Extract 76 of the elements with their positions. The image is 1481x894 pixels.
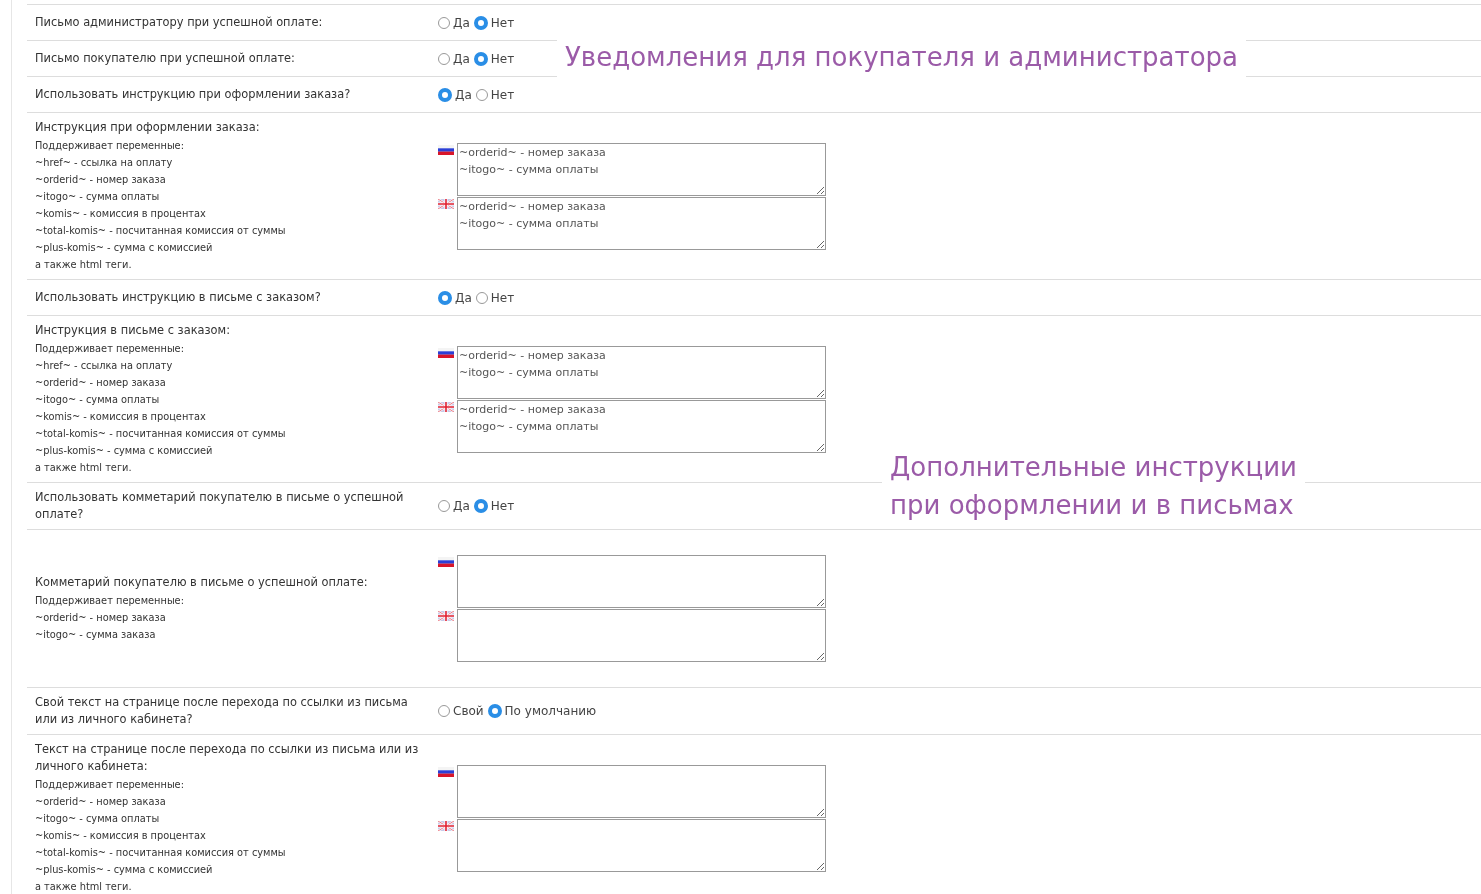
setting-label: Использовать инструкцию в письме с заказом? [35, 289, 322, 306]
radio-button[interactable] [438, 87, 452, 102]
radio-button[interactable] [438, 705, 450, 717]
radio-button[interactable] [475, 88, 488, 101]
field-label: Инструкция при оформлении заказа: [35, 119, 261, 136]
flag-icon [438, 401, 454, 412]
radio-button[interactable] [473, 499, 488, 513]
radio-button[interactable] [438, 290, 452, 305]
variable-hint: Поддерживает переменные: [35, 778, 185, 792]
radio-button[interactable] [475, 291, 488, 304]
variable-hint: Поддерживает переменные: [35, 342, 185, 356]
variable-hint: Поддерживает переменные: [35, 139, 185, 153]
flag-icon [438, 611, 454, 621]
text-area-field[interactable] [457, 555, 826, 608]
variable-hint: ~plus-komis~ - сумма с комиссией [35, 863, 214, 877]
variable-hint: ~href~ - ссылка на оплату [35, 156, 174, 170]
variable-hint: ~itogo~ - сумма заказа [35, 628, 157, 642]
variable-hint: ~orderid~ - номер заказа [35, 611, 167, 625]
setting-label: Использовать инструкцию при оформлении заказа? [35, 86, 352, 103]
radio-button[interactable] [438, 500, 450, 512]
variable-hint: ~komis~ - комиссия в процентах [35, 410, 207, 424]
text-area-field[interactable] [457, 609, 826, 662]
variable-hint: ~href~ - ссылка на оплату [35, 359, 174, 373]
flag-icon [438, 766, 454, 777]
flag-icon [438, 347, 454, 358]
radio-button[interactable] [438, 52, 450, 65]
flag-icon [438, 557, 454, 567]
text-area-field[interactable] [457, 764, 826, 818]
option-label[interactable]: Да [455, 290, 472, 305]
variable-hint: ~komis~ - комиссия в процентах [35, 207, 207, 221]
option-label[interactable]: Нет [490, 87, 515, 102]
variable-hint: ~orderid~ - номер заказа [35, 376, 167, 390]
text-area-field[interactable] [457, 818, 826, 872]
option-label[interactable]: Да [455, 87, 472, 102]
flag-icon [438, 820, 454, 831]
variable-hint: Поддерживает переменные: [35, 594, 185, 608]
variable-hint: а также html теги. [35, 258, 133, 272]
radio-button[interactable] [487, 704, 502, 718]
radio-button[interactable] [473, 15, 488, 30]
setting-label: Письмо покупателю при успешной оплате: [35, 50, 296, 67]
field-label: Инструкция в письме с заказом: [35, 322, 231, 339]
option-label[interactable]: Нет [490, 290, 515, 305]
variable-hint: а также html теги. [35, 880, 133, 894]
field-label: Комметарий покупателю в письме о успешной оплате: [35, 574, 369, 591]
variable-hint: ~itogo~ - сумма оплаты [35, 190, 161, 204]
setting-label: Письмо администратору при успешной оплате: [35, 14, 324, 31]
option-label[interactable]: Да [453, 499, 470, 513]
variable-hint: ~orderid~ - номер заказа [35, 173, 167, 187]
text-area-field[interactable]: ~orderid~ - номер заказа ~itogo~ - сумма оплаты [457, 196, 826, 250]
setting-label: Свой текст на странице после перехода по ссылки из письма или из личного кабинета? [35, 694, 409, 728]
variable-hint: ~plus-komis~ - сумма с комиссией [35, 241, 214, 255]
variable-hint: ~plus-komis~ - сумма с комиссией [35, 444, 214, 458]
option-label[interactable]: Свой [453, 704, 484, 718]
option-label[interactable]: Да [453, 51, 470, 66]
flag-icon [438, 144, 454, 155]
option-label[interactable]: Да [453, 15, 470, 30]
variable-hint: ~total-komis~ - посчитанная комиссия от суммы [35, 846, 287, 860]
text-area-field[interactable]: ~orderid~ - номер заказа ~itogo~ - сумма оплаты [457, 345, 826, 399]
text-area-field[interactable]: ~orderid~ - номер заказа ~itogo~ - сумма оплаты [457, 142, 826, 196]
variable-hint: ~komis~ - комиссия в процентах [35, 829, 207, 843]
variable-hint: ~itogo~ - сумма оплаты [35, 393, 161, 407]
setting-label: Использовать комметарий покупателю в письме о успешной оплате? [35, 489, 405, 523]
variable-hint: а также html теги. [35, 461, 133, 475]
text-area-field[interactable]: ~orderid~ - номер заказа ~itogo~ - сумма оплаты [457, 399, 826, 453]
radio-button[interactable] [438, 16, 450, 29]
variable-hint: ~itogo~ - сумма оплаты [35, 812, 161, 826]
option-label[interactable]: Нет [490, 15, 515, 30]
option-label[interactable]: Нет [490, 51, 515, 66]
flag-icon [438, 198, 454, 209]
option-label[interactable]: Нет [490, 499, 515, 513]
option-label[interactable]: По умолчанию [504, 704, 597, 718]
field-label: Текст на странице после перехода по ссылки из письма или из личного кабинета: [35, 741, 419, 775]
radio-button[interactable] [473, 51, 488, 66]
variable-hint: ~total-komis~ - посчитанная комиссия от суммы [35, 427, 287, 441]
variable-hint: ~orderid~ - номер заказа [35, 795, 167, 809]
variable-hint: ~total-komis~ - посчитанная комиссия от суммы [35, 224, 287, 238]
